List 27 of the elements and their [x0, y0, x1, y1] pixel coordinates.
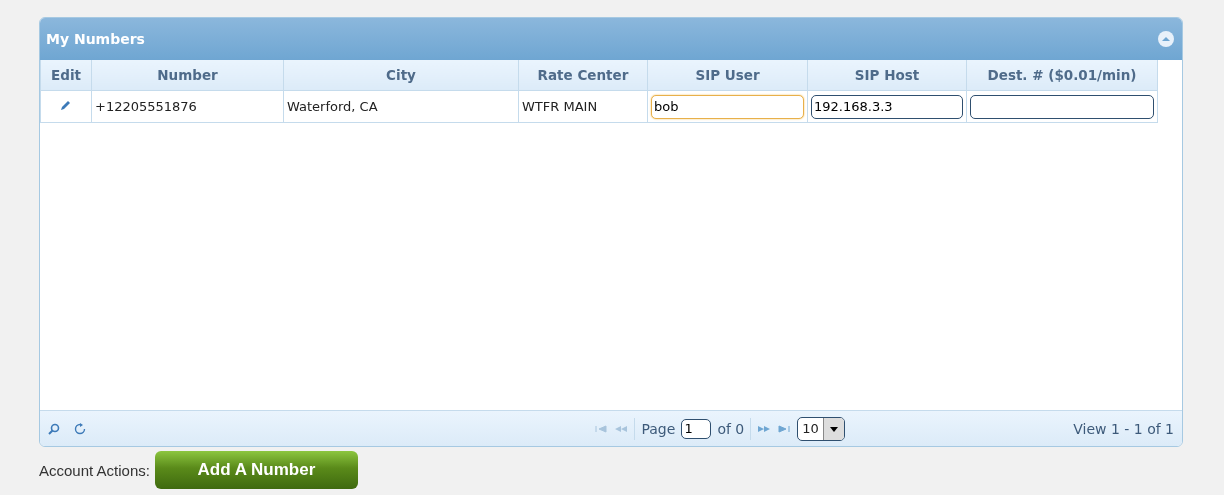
add-number-button[interactable]: Add A Number: [154, 451, 358, 489]
pencil-icon[interactable]: [60, 99, 72, 111]
page-size-select[interactable]: 10: [797, 416, 845, 441]
collapse-icon[interactable]: [1158, 31, 1174, 47]
column-header[interactable]: Rate Center: [518, 60, 648, 91]
page-input[interactable]: 1: [681, 418, 712, 439]
first-page-icon[interactable]: [594, 422, 609, 435]
page-label: Page: [641, 420, 676, 437]
input-field[interactable]: bob: [651, 94, 804, 119]
column-header[interactable]: SIP Host: [807, 60, 967, 91]
search-icon[interactable]: [48, 422, 60, 435]
page-count: of 0: [717, 420, 745, 437]
column-header[interactable]: Edit: [40, 60, 92, 91]
actions-label: Account Actions:: [39, 461, 150, 479]
refresh-icon[interactable]: [74, 422, 86, 435]
column-header[interactable]: SIP User: [647, 60, 808, 91]
last-page-icon[interactable]: [777, 422, 792, 435]
table-cell: WTFR MAIN: [518, 90, 648, 123]
column-header[interactable]: Number: [91, 60, 284, 91]
input-field[interactable]: 192.168.3.3: [811, 94, 963, 119]
table-cell: Waterford, CA: [283, 90, 519, 123]
panel-title: My Numbers: [46, 31, 145, 47]
record-count: View 1 - 1 of 1: [1073, 420, 1174, 437]
column-header[interactable]: Dest. # ($0.01/min): [966, 60, 1158, 91]
input-field[interactable]: [970, 94, 1154, 119]
column-header[interactable]: City: [283, 60, 519, 91]
table-cell: +12205551876: [91, 90, 284, 123]
